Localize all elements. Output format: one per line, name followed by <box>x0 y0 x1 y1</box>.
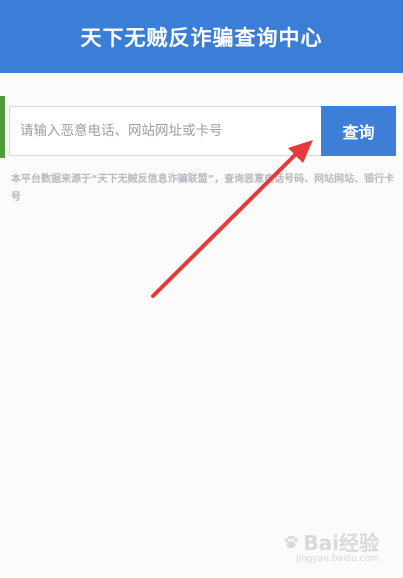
watermark-brand: Bai经验 <box>303 531 379 555</box>
search-bar: 查询 <box>9 106 396 156</box>
baidu-paw-icon <box>285 535 299 548</box>
page: 天下无贼反诈骗查询中心 查询 本平台数据来源于“天下无贼反信息诈骗联盟”，查询恶… <box>0 0 403 578</box>
query-button[interactable]: 查询 <box>321 106 396 156</box>
red-arrow-icon <box>151 140 313 298</box>
header-bar: 天下无贼反诈骗查询中心 <box>0 0 403 73</box>
watermark: Bai经验 jingyan.baidu.com <box>282 527 379 564</box>
left-edge-decoration <box>0 96 5 158</box>
search-input[interactable] <box>9 106 321 156</box>
watermark-domain: jingyan.baidu.com <box>295 554 379 564</box>
page-title: 天下无贼反诈骗查询中心 <box>80 25 323 50</box>
watermark-logo: Bai经验 <box>282 527 379 556</box>
data-source-notice: 本平台数据来源于“天下无贼反信息诈骗联盟”，查询恶意电话号码、网站网站、银行卡号 <box>11 174 395 203</box>
